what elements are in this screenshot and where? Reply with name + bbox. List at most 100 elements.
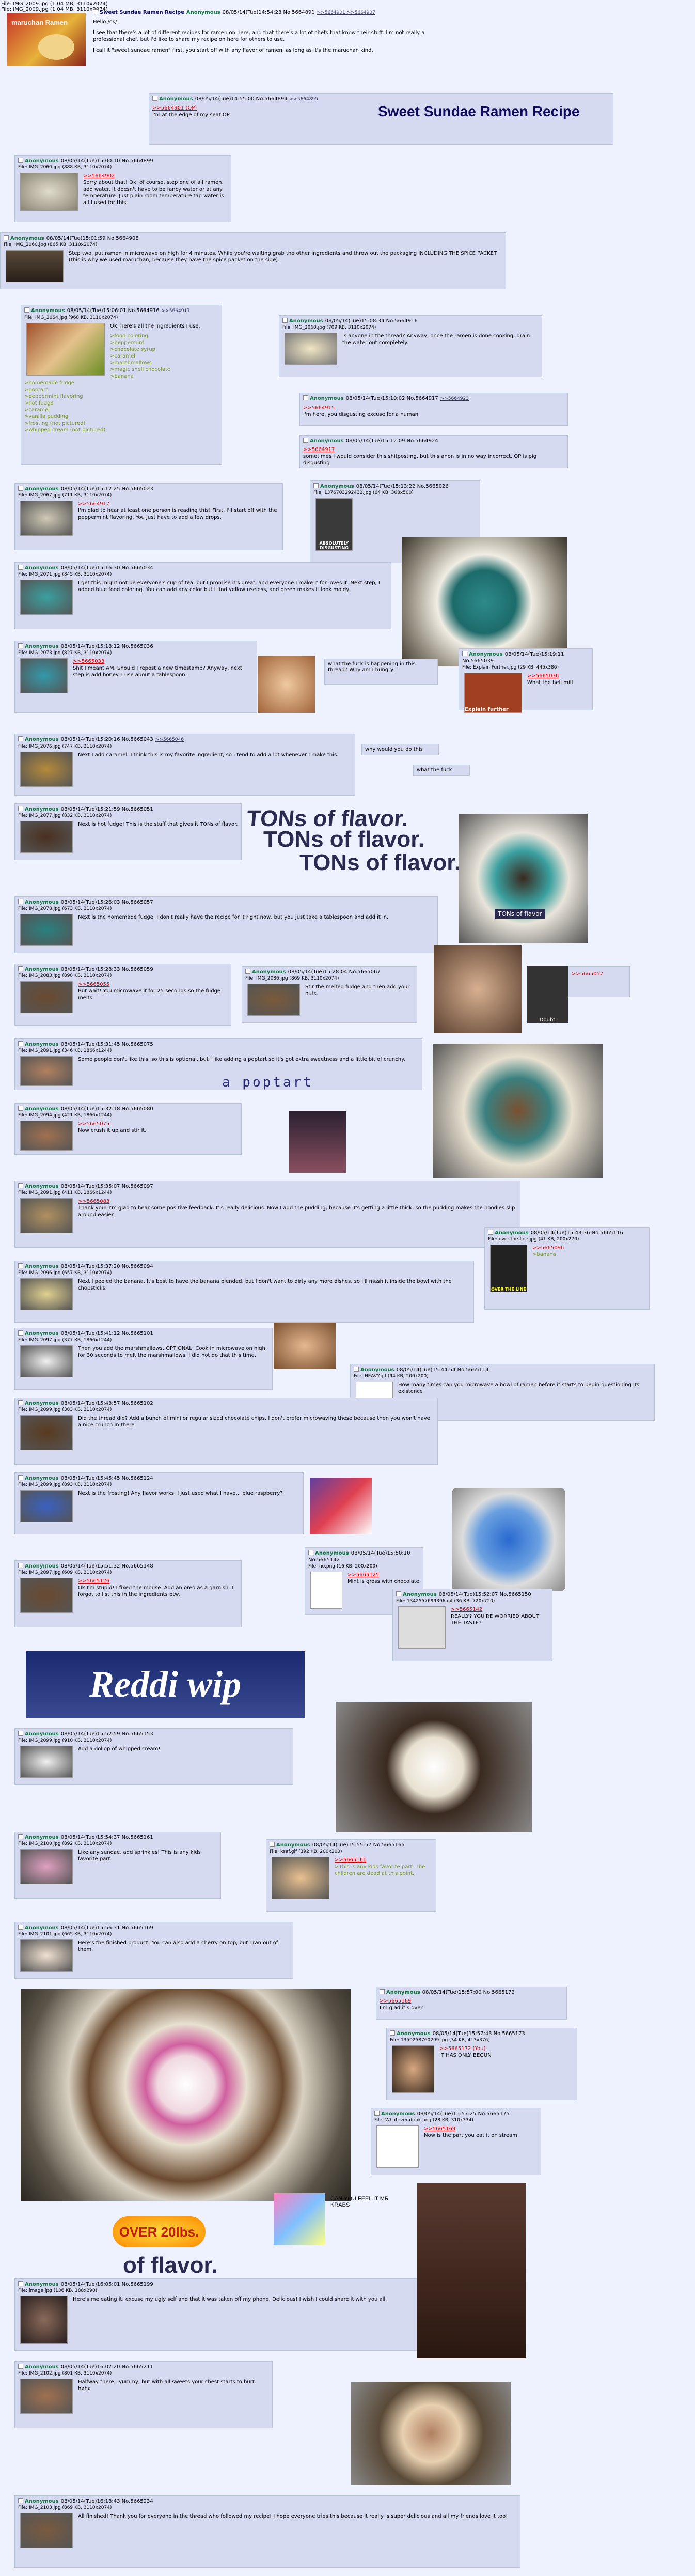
top-file-info-2[interactable]: File: IMG_2009.jpg (1.04 MB, 3110x2074) (1, 7, 108, 12)
post-checkbox[interactable] (18, 486, 23, 491)
post-meta[interactable]: 08/05/14(Tue)15:21:59 No.5665051 (61, 806, 153, 812)
top-file-info[interactable]: File: IMG_2009.jpg (1.04 MB, 3110x2074) (1, 1, 108, 7)
quote-link[interactable]: >>5665169 (380, 1998, 563, 2005)
post-checkbox[interactable] (4, 235, 9, 240)
shocked-face-image[interactable] (258, 656, 315, 713)
post-file-info[interactable]: File: HEAVY.gif (94 KB, 200x200) (354, 1373, 651, 1379)
post-checkbox[interactable] (282, 318, 288, 323)
absolutely-disgusting-image[interactable]: ABSOLUTELY DISGUSTING (315, 498, 353, 551)
post-file-info[interactable]: File: IMG_2102.jpg (801 KB, 3110x2074) (18, 2370, 269, 2377)
post-file-info[interactable]: File: IMG_2099.jpg (383 KB, 3110x2074) (18, 1407, 434, 1413)
post-meta[interactable]: 08/05/14(Tue)15:28:33 No.5665059 (61, 967, 153, 972)
post-meta[interactable]: 08/05/14(Tue)15:43:36 No.5665116 (531, 1230, 623, 1236)
post-meta[interactable]: 08/05/14(Tue)15:10:02 No.5664917 (346, 396, 438, 401)
post-backlink[interactable]: >>5664895 (290, 97, 318, 102)
post-checkbox[interactable] (303, 438, 308, 443)
post-backlink[interactable]: >>5664917 (162, 308, 190, 314)
over-the-line-image[interactable]: OVER THE LINE (490, 1245, 527, 1292)
post-checkbox[interactable] (313, 483, 319, 488)
post-meta[interactable]: 08/05/14(Tue)15:31:45 No.5665075 (61, 1042, 153, 1047)
post-backlink[interactable]: >>5665046 (155, 737, 184, 742)
post-file-info[interactable]: File: 1350258760299.jpg (34 KB, 413x376) (390, 2037, 574, 2043)
post-file-info[interactable]: File: IMG_2064.jpg (968 KB, 3110x2074) (24, 315, 218, 321)
post-thumbnail[interactable] (20, 1056, 73, 1086)
psychedelic-image[interactable] (274, 2193, 325, 2245)
post-thumbnail[interactable] (20, 1490, 73, 1522)
post-checkbox[interactable] (380, 1989, 385, 1994)
post-meta[interactable]: 08/05/14(Tue)15:35:07 No.5665097 (61, 1184, 153, 1189)
post-checkbox[interactable] (18, 158, 23, 163)
post-checkbox[interactable] (396, 1591, 401, 1596)
post-thumbnail[interactable] (20, 981, 73, 1013)
op-meta[interactable]: 08/05/14(Tue)14:54:23 No.5664891 (223, 10, 315, 15)
post-thumbnail[interactable] (20, 752, 73, 787)
post-meta[interactable]: 08/05/14(Tue)14:55:00 No.5664894 (195, 96, 288, 102)
post-checkbox[interactable] (18, 2364, 23, 2369)
quote-link[interactable]: >>5665083 (18, 1198, 517, 1205)
post-file-info[interactable]: File: IMG_2097.jpg (609 KB, 3110x2074) (18, 1570, 238, 1576)
post-thumbnail[interactable] (20, 1578, 73, 1613)
post-file-info[interactable]: File: IMG_2101.jpg (665 KB, 3110x2074) (18, 1931, 290, 1937)
post-thumbnail[interactable] (376, 2125, 419, 2168)
post-checkbox[interactable] (18, 565, 23, 570)
post-file-info[interactable]: File: IMG_2097.jpg (377 KB, 1866x1244) (18, 1337, 269, 1343)
post-thumbnail[interactable] (20, 173, 78, 211)
post-thumbnail[interactable] (20, 1746, 73, 1778)
post-thumbnail[interactable] (20, 1345, 73, 1377)
post-thumbnail[interactable] (20, 1415, 73, 1450)
post-file-info[interactable]: File: IMG_2077.jpg (832 KB, 3110x2074) (18, 813, 238, 819)
post-thumbnail[interactable] (392, 2045, 434, 2093)
cartoon-image[interactable] (310, 1478, 372, 1534)
post-file-info[interactable]: File: IMG_2083.jpg (898 KB, 3110x2074) (18, 973, 228, 979)
no-meme-image[interactable] (310, 1572, 342, 1609)
post-file-info[interactable]: File: IMG_2076.jpg (747 KB, 3110x2074) (18, 743, 352, 750)
op-backlinks[interactable]: >>5664901 >>5664907 (317, 10, 375, 15)
post-meta[interactable]: 08/05/14(Tue)15:16:30 No.5665034 (61, 565, 153, 571)
post-file-info[interactable]: File: IMG_2060.jpg (709 KB, 3110x2074) (282, 324, 539, 331)
post-checkbox[interactable] (18, 1563, 23, 1568)
post-thumbnail[interactable] (285, 333, 337, 365)
post-file-info[interactable]: File: IMG_2086.jpg (869 KB, 3110x2074) (245, 975, 414, 982)
post-checkbox[interactable] (18, 806, 23, 811)
post-meta[interactable]: 08/05/14(Tue)15:43:57 No.5665102 (61, 1401, 153, 1406)
post-file-info[interactable]: File: IMG_2091.jpg (411 KB, 1866x1244) (18, 1190, 517, 1196)
post-thumbnail[interactable] (20, 914, 73, 946)
post-file-info[interactable]: File: IMG_2099.jpg (893 KB, 3110x2074) (18, 1482, 300, 1488)
post-meta[interactable]: 08/05/14(Tue)15:51:32 No.5665148 (61, 1563, 153, 1569)
doubt-image[interactable]: Doubt (527, 966, 568, 1023)
post-file-info[interactable]: File: IMG_2100.jpg (892 KB, 3110x2074) (18, 1841, 217, 1847)
post-checkbox[interactable] (18, 1834, 23, 1839)
post-meta[interactable]: 08/05/14(Tue)15:32:18 No.5665080 (61, 1106, 153, 1112)
post-meta[interactable]: 08/05/14(Tue)15:26:03 No.5665057 (61, 899, 153, 905)
post-file-info[interactable]: File: 1376703292432.jpg (64 KB, 368x500) (313, 490, 477, 496)
post-thumbnail[interactable] (20, 501, 73, 536)
post-thumbnail[interactable] (20, 658, 68, 693)
post-meta[interactable]: 08/05/14(Tue)15:13:22 No.5665026 (356, 484, 449, 489)
post-backlink[interactable]: >>5664923 (440, 396, 469, 401)
post-checkbox[interactable] (18, 643, 23, 648)
post-thumbnail[interactable] (20, 580, 73, 615)
post-checkbox[interactable] (18, 1400, 23, 1405)
scream-meme-image[interactable] (289, 1111, 346, 1173)
post-checkbox[interactable] (18, 2281, 23, 2286)
post-meta[interactable]: 08/05/14(Tue)16:18:43 No.5665234 (61, 2499, 153, 2504)
half-eaten-photo[interactable] (351, 2382, 511, 2485)
post-thumbnail[interactable] (20, 2296, 68, 2344)
post-checkbox[interactable] (18, 1330, 23, 1336)
post-meta[interactable]: 08/05/14(Tue)15:37:20 No.5665094 (61, 1264, 153, 1269)
finished-sundae-photo[interactable] (21, 1989, 351, 2201)
post-meta[interactable]: 08/05/14(Tue)15:57:25 No.5665175 (417, 2111, 510, 2117)
post-file-info[interactable]: File: IMG_2103.jpg (869 KB, 3110x2074) (18, 2505, 517, 2511)
post-thumbnail[interactable] (20, 1198, 73, 1233)
post-thumbnail[interactable] (20, 1278, 73, 1310)
post-file-info[interactable]: File: ksaf.gif (392 KB, 200x200) (270, 1849, 433, 1855)
op-ramen-package-image[interactable]: maruchan Ramen (7, 13, 86, 66)
post-checkbox[interactable] (24, 307, 29, 313)
post-meta[interactable]: 08/05/14(Tue)15:01:59 No.5664908 (46, 236, 139, 241)
post-checkbox[interactable] (18, 1475, 23, 1480)
post-checkbox[interactable] (18, 736, 23, 741)
post-thumbnail[interactable] (20, 1121, 73, 1151)
quote-link[interactable]: >>5664917 (303, 446, 564, 453)
post-meta[interactable]: 08/05/14(Tue)16:05:01 No.5665199 (61, 2282, 153, 2287)
post-checkbox[interactable] (488, 1230, 493, 1235)
